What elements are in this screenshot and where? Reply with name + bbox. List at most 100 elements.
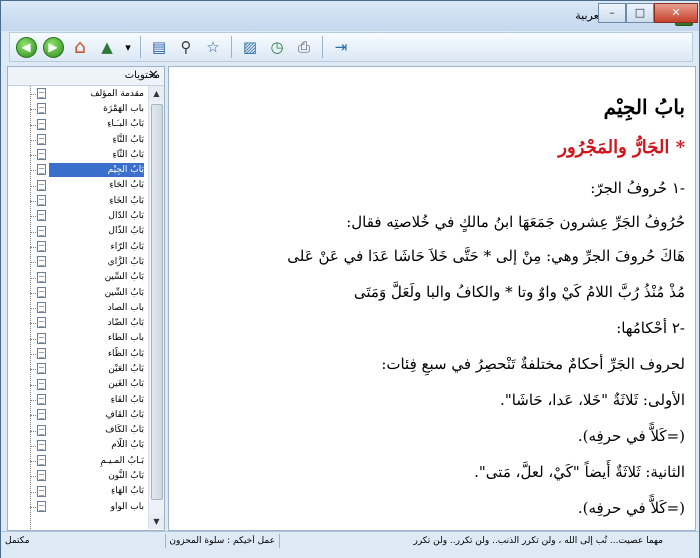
tree-item[interactable]: بَـابُ المـيـمِ (8, 453, 146, 468)
tree-connector (30, 185, 36, 187)
tree-item[interactable]: بَابُ الذّال (8, 224, 146, 239)
tree-item[interactable]: بَابُ الخَاءِ (8, 193, 146, 208)
document-icon (37, 317, 46, 329)
tree-item-label: بَابُ السِّين (104, 272, 144, 283)
tree-scrollbar[interactable]: ▲ ▼ (148, 86, 164, 529)
tree-connector (30, 476, 36, 478)
tree-item[interactable]: بَابُ الفَاءِ (8, 392, 146, 407)
article-line: -٢ أحْكامُها: (616, 319, 685, 337)
document-icon (37, 363, 46, 375)
tree-item[interactable]: مقدمة المؤلف (8, 86, 146, 101)
back-button[interactable]: ◀ (14, 35, 38, 59)
scrollbar-thumb[interactable] (151, 104, 163, 500)
tree-item[interactable]: بَابُ الظّاء (8, 346, 146, 361)
tree-item[interactable]: بَابُ الغَين (8, 377, 146, 392)
tree-item[interactable]: بَابُ العَيْن (8, 361, 146, 376)
contents-pane-title: محتويات (124, 70, 160, 81)
minimize-button[interactable]: – (598, 3, 626, 23)
scroll-down-icon[interactable]: ▼ (149, 514, 164, 529)
status-divider (279, 534, 280, 548)
app-window: ▥ معجم القواعد العربية – □ ✕ ◀ ▶ ⌂ ▲ ▾ ▤… (0, 0, 700, 558)
tree-item-label: بَابُ البـَـاءِ (107, 119, 144, 130)
document-icon (37, 164, 46, 176)
tree-item[interactable]: باب الواو (8, 499, 146, 514)
tree-item[interactable]: بَابُ الجِيْم (8, 162, 146, 178)
document-icon (37, 439, 46, 451)
tree-item-label: باب الواو (110, 501, 144, 512)
status-credit: عمل أخيكم : سلوة المحزون (169, 536, 275, 546)
search-icon: ⚲ (180, 38, 192, 56)
tree-item-label: بَابُ الغَين (108, 379, 144, 390)
history-button[interactable]: ◷ (265, 35, 289, 59)
tree-item[interactable]: بَابُ السِّين (8, 270, 146, 285)
tree-item[interactable]: بَابُ الكَاف (8, 423, 146, 438)
document-icon (37, 378, 46, 390)
tree-item-label: باب الصاد (107, 302, 144, 313)
favorites-button[interactable]: ☆ (201, 35, 225, 59)
tree-button[interactable]: ▲ (95, 35, 119, 59)
dropdown-button[interactable]: ▾ (122, 35, 134, 59)
document-icon (37, 409, 46, 421)
home-button[interactable]: ⌂ (68, 35, 92, 59)
toolbar-separator (322, 36, 323, 58)
tree-connector (30, 139, 36, 141)
tree-connector (30, 246, 36, 248)
status-bar: مكتمل عمل أخيكم : سلوة المحزون مهما عصيت… (1, 531, 699, 558)
tree-connector (30, 461, 36, 463)
tree-connector (30, 262, 36, 264)
tree-connector (30, 507, 36, 509)
contents-tree[interactable]: مقدمة المؤلف باب الهَمْزَة بَابُ البـَـاءِ… (8, 86, 146, 529)
tree-item[interactable]: بَابُ الشّين (8, 285, 146, 300)
tree-item-label: بَابُ الخَاءِ (109, 195, 144, 206)
contents-pane-button[interactable]: ▤ (147, 35, 171, 59)
tree-item[interactable]: باب الصاد (8, 300, 146, 315)
tree-connector (30, 354, 36, 356)
document-icon (37, 332, 46, 344)
article-line: حُرُوفُ الجَرِّ عِشرون جَمَعَهَا ابنُ ما… (346, 213, 685, 231)
tree-item-label: بَابُ الكَاف (105, 425, 144, 436)
forward-button[interactable]: ▶ (41, 35, 65, 59)
image-button[interactable]: ▨ (238, 35, 262, 59)
document-icon (37, 424, 46, 436)
tree-item[interactable]: بَابُ التَّاءِ (8, 132, 146, 147)
tree-connector (30, 109, 36, 111)
tree-connector (30, 94, 36, 95)
tree-item-label: بَابُ النُّون (108, 471, 144, 482)
tree-item-label: بَابُ الفَاءِ (110, 394, 144, 405)
article-line: (=كَلاًّ في حرفِه). (577, 499, 685, 517)
tree-item-label: بَابُ الثّاءِ (112, 149, 144, 160)
search-button[interactable]: ⚲ (174, 35, 198, 59)
tree-item[interactable]: بَابُ الزَّاي (8, 254, 146, 269)
document-icon (37, 470, 46, 482)
tree-item[interactable]: بَابُ الرّاء (8, 239, 146, 254)
tree-connector (30, 292, 36, 294)
tree-item[interactable]: بَابُ الهَاءِ (8, 484, 146, 499)
close-button[interactable]: ✕ (654, 3, 698, 23)
article-view[interactable]: بابُ الجِيْم * الجَارُّ والمَجْرُور -١ ح… (168, 66, 696, 531)
tree-item[interactable]: بَابُ البـَـاءِ (8, 117, 146, 132)
tree-item-label: بَابُ الضّاد (107, 318, 144, 329)
document-icon (37, 179, 46, 191)
title-bar[interactable]: ▥ معجم القواعد العربية – □ ✕ (1, 1, 699, 31)
tree-item[interactable]: بَابُ الحَاءِ (8, 178, 146, 193)
tree-item[interactable]: باب الهَمْزَة (8, 101, 146, 116)
toolbar-separator (140, 36, 141, 58)
tree-item[interactable]: بَابُ الضّاد (8, 315, 146, 330)
exit-button[interactable]: ⇥ (329, 35, 353, 59)
document-icon (37, 149, 46, 161)
maximize-button[interactable]: □ (626, 3, 654, 23)
tree-item[interactable]: بَابُ الدّال (8, 208, 146, 223)
document-icon (37, 240, 46, 252)
tree-item[interactable]: بَابُ الثّاءِ (8, 147, 146, 162)
tree-item[interactable]: بَابُ القَافِ (8, 407, 146, 422)
tree-item[interactable]: بَابُ اللّام (8, 438, 146, 453)
tree-item[interactable]: بَابُ النُّون (8, 468, 146, 483)
article-line: الأولى: ثَلاثَةٌ "خَلا، عَدا، حَاشَا". (500, 391, 685, 409)
toolbar-separator (231, 36, 232, 58)
tree-connector (30, 277, 36, 279)
exit-icon: ⇥ (334, 38, 348, 56)
print-button[interactable]: ⎙ (292, 35, 316, 59)
scroll-up-icon[interactable]: ▲ (149, 86, 164, 101)
tree-item-label: بَابُ العَيْن (108, 363, 144, 374)
tree-item[interactable]: باب الطاء (8, 331, 146, 346)
